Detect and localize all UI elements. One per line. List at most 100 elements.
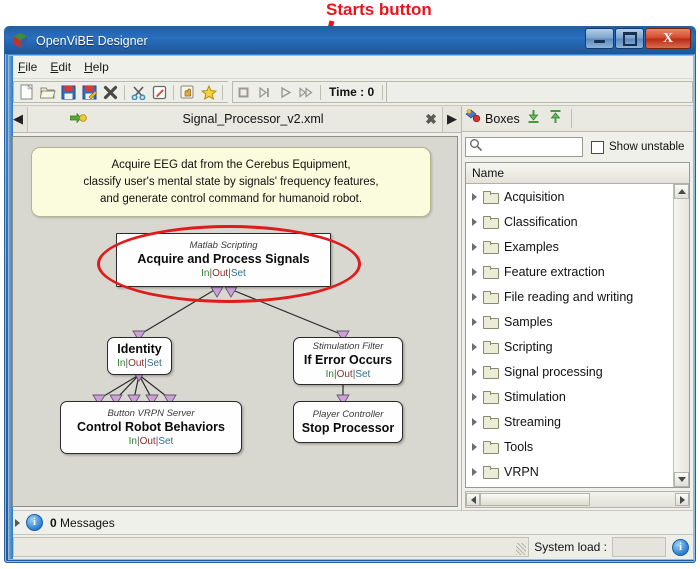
boxes-header: Boxes [462, 106, 693, 132]
save-icon [61, 85, 76, 99]
scroll-thumb[interactable] [674, 199, 689, 472]
messages-word: Messages [60, 515, 115, 530]
tree-vertical-scrollbar[interactable] [673, 184, 689, 487]
undo-button[interactable] [177, 82, 198, 102]
open-folder-icon [39, 87, 56, 98]
node-kind-label: Button VRPN Server [107, 407, 195, 419]
step-button[interactable] [254, 82, 275, 102]
tree-column-header[interactable]: Name [466, 163, 689, 184]
chevron-right-icon[interactable] [472, 442, 477, 451]
node-if-error-occurs[interactable]: Stimulation Filter If Error Occurs In|Ou… [293, 337, 403, 385]
node-name-label: Identity [117, 342, 162, 356]
player-toolbar-group: Time : 0 [232, 81, 388, 103]
save-as-button[interactable] [79, 82, 100, 102]
minimize-button[interactable] [585, 28, 614, 49]
tool-bar: Time : 0 [9, 79, 693, 106]
messages-bar[interactable]: i 0 Messages [9, 510, 693, 534]
close-scenario-button[interactable] [100, 82, 121, 102]
arrow-left-icon [470, 495, 476, 504]
chevron-right-icon[interactable] [472, 267, 477, 276]
save-scenario-button[interactable] [58, 82, 79, 102]
folder-icon [483, 265, 499, 279]
tab-signal-processor[interactable]: Signal_Processor_v2.xml ✖ [27, 106, 443, 132]
node-identity[interactable]: Identity In|Out|Set [107, 337, 172, 375]
close-button[interactable]: X [645, 28, 691, 49]
chevron-right-icon[interactable] [472, 392, 477, 401]
chevron-right-icon[interactable] [472, 342, 477, 351]
tab-title: Signal_Processor_v2.xml [182, 112, 324, 126]
menu-edit[interactable]: Edit [50, 60, 71, 74]
tree-horizontal-scrollbar[interactable] [465, 491, 690, 508]
new-scenario-button[interactable] [16, 82, 37, 102]
open-scenario-button[interactable] [37, 82, 58, 102]
play-button[interactable] [275, 82, 296, 102]
scroll-right-button[interactable] [675, 493, 689, 506]
tab-close-icon[interactable]: ✖ [420, 111, 442, 128]
hscroll-thumb[interactable] [480, 493, 590, 506]
list-item[interactable]: Feature extraction [466, 259, 673, 284]
comment-box[interactable]: Acquire EEG dat from the Cerebus Equipme… [31, 147, 431, 217]
chevron-right-icon[interactable] [472, 467, 477, 476]
list-item[interactable]: Classification [466, 209, 673, 234]
scroll-left-button[interactable] [466, 493, 480, 506]
expand-all-icon[interactable] [548, 109, 563, 129]
node-ports-label: In|Out|Set [325, 369, 371, 380]
resize-grip-icon[interactable] [516, 543, 527, 555]
chevron-right-icon[interactable] [472, 317, 477, 326]
boxes-header-label: Boxes [485, 111, 520, 126]
scroll-up-button[interactable] [674, 184, 689, 199]
scroll-down-button[interactable] [674, 472, 689, 487]
hand-icon [180, 85, 194, 98]
node-control-robot-behaviors[interactable]: Button VRPN Server Control Robot Behavio… [60, 401, 242, 454]
list-item[interactable]: Acquisition [466, 184, 673, 209]
list-item[interactable]: Samples [466, 309, 673, 334]
node-stop-processor[interactable]: Player Controller Stop Processor [293, 401, 403, 443]
star-icon [200, 84, 217, 100]
folder-icon [483, 390, 499, 404]
search-input[interactable] [465, 137, 583, 157]
checkbox-box[interactable] [591, 140, 604, 154]
fast-forward-button[interactable] [296, 82, 317, 102]
folder-icon [483, 290, 499, 304]
menu-file-label: ile [25, 60, 38, 74]
list-item[interactable]: Streaming [466, 409, 673, 434]
scenario-canvas[interactable]: Acquire EEG dat from the Cerebus Equipme… [12, 136, 458, 507]
title-bar[interactable]: OpenViBE Designer X [5, 27, 695, 54]
toolbar-separator-2 [173, 84, 174, 100]
expander-triangle-icon[interactable] [15, 518, 20, 527]
tree-item-label: Feature extraction [504, 264, 605, 279]
chevron-right-icon[interactable] [472, 292, 477, 301]
tree-list[interactable]: Acquisition Classification Examples Feat… [466, 184, 673, 487]
menu-help-label: elp [92, 60, 109, 74]
edit-button[interactable] [149, 82, 170, 102]
chevron-right-icon[interactable] [472, 242, 477, 251]
list-item[interactable]: VRPN [466, 459, 673, 484]
list-item[interactable]: Examples [466, 234, 673, 259]
node-acquire-and-process-signals[interactable]: Matlab Scripting Acquire and Process Sig… [116, 233, 331, 287]
menu-help[interactable]: Help [84, 60, 109, 74]
tree-item-label: Samples [504, 314, 553, 329]
list-item[interactable]: File reading and writing [466, 284, 673, 309]
maximize-button[interactable] [615, 28, 644, 49]
collapse-all-icon[interactable] [526, 109, 541, 129]
list-item[interactable]: Stimulation [466, 384, 673, 409]
chevron-right-icon[interactable] [472, 417, 477, 426]
menu-file[interactable]: File [18, 60, 37, 74]
favorite-button[interactable] [198, 82, 219, 102]
list-item[interactable]: Tools [466, 434, 673, 459]
tab-next-button[interactable]: ▶ [443, 107, 461, 132]
list-item[interactable]: Signal processing [466, 359, 673, 384]
chevron-right-icon[interactable] [472, 217, 477, 226]
chevron-right-icon[interactable] [472, 367, 477, 376]
stop-button[interactable] [233, 82, 254, 102]
status-info-icon[interactable]: i [672, 538, 689, 556]
boxes-icon [465, 108, 482, 129]
list-item[interactable]: Visualisation [466, 484, 673, 487]
main-split: ◀ Signal_Processor_v2.xml ✖ ▶ Acquire EE… [9, 106, 693, 510]
tab-strip: ◀ Signal_Processor_v2.xml ✖ ▶ [9, 106, 461, 133]
cut-button[interactable] [128, 82, 149, 102]
close-x-icon [103, 85, 118, 99]
show-unstable-checkbox[interactable]: Show unstable [591, 140, 684, 154]
chevron-right-icon[interactable] [472, 192, 477, 201]
list-item[interactable]: Scripting [466, 334, 673, 359]
